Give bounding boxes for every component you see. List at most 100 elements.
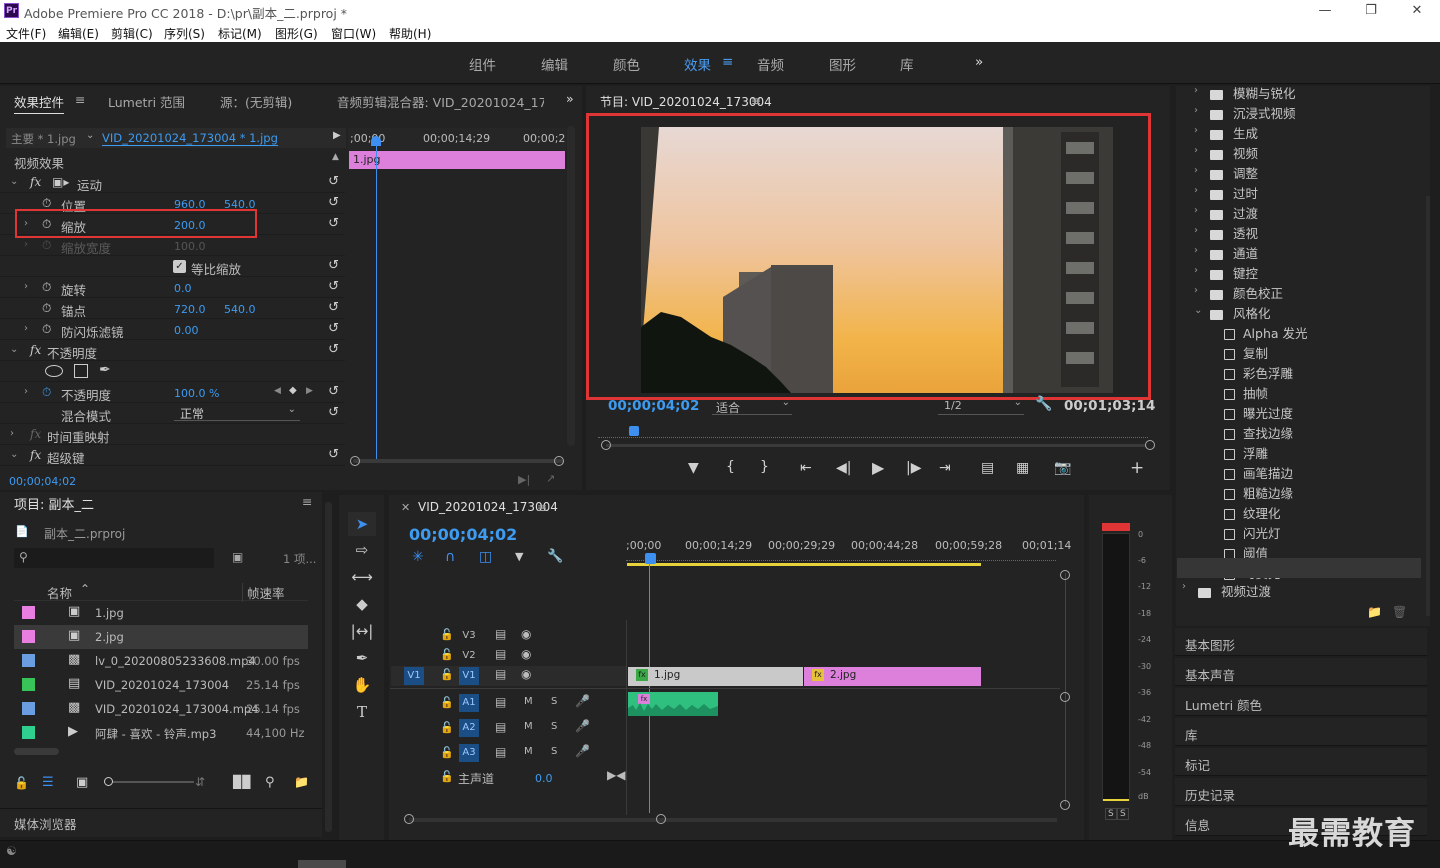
export-icon[interactable]: ↗ xyxy=(546,472,555,485)
chevron-down-icon[interactable]: ⌄ xyxy=(10,449,18,460)
sync-lock-icon[interactable]: ▤ xyxy=(495,627,506,641)
sequence-clip-label[interactable]: VID_20201024_173004 * 1.jpg xyxy=(102,131,278,146)
effect-item[interactable]: 纹理化 xyxy=(1224,503,1281,522)
sync-lock-icon[interactable]: ▤ xyxy=(495,745,506,759)
project-item-row[interactable]: ▩ VID_20201024_173004.mp4 25.14 fps xyxy=(14,697,308,721)
stopwatch-icon[interactable]: ⏱ xyxy=(42,280,51,295)
media-browser-tab[interactable]: 媒体浏览器 xyxy=(0,808,322,836)
effect-folder[interactable]: 调整 xyxy=(1210,163,1258,182)
fx-icon[interactable]: fx xyxy=(30,448,41,462)
workspace-assembly[interactable]: 组件 xyxy=(469,54,496,74)
chevron-right-icon[interactable]: › xyxy=(1194,265,1198,276)
solo-left-button[interactable]: S xyxy=(1105,808,1117,820)
menu-sequence[interactable]: 序列(S) xyxy=(164,25,205,42)
chevron-right-icon[interactable]: › xyxy=(1194,245,1198,256)
tab-lumetri-scopes[interactable]: Lumetri 范围 xyxy=(108,92,185,111)
timeline-clip-2[interactable]: fx 2.jpg xyxy=(804,667,981,686)
ellipse-mask-icon[interactable] xyxy=(45,365,63,377)
effect-folder[interactable]: 风格化 xyxy=(1210,303,1271,322)
microphone-icon[interactable]: 🎤 xyxy=(575,719,590,733)
libraries-panel[interactable]: 库 xyxy=(1175,718,1427,746)
resolution-dropdown[interactable]: 1/2 ⌄ xyxy=(938,397,1024,415)
anchor-x-value[interactable]: 720.0 xyxy=(174,303,206,316)
chevron-down-icon[interactable]: ⌄ xyxy=(10,344,18,355)
scroll-handle-mid[interactable] xyxy=(1060,692,1070,702)
program-playhead[interactable] xyxy=(629,426,639,436)
close-icon[interactable]: ✕ xyxy=(401,501,410,514)
label-color-chip[interactable] xyxy=(22,630,35,643)
mark-out-icon[interactable]: } xyxy=(760,459,769,475)
project-item-row[interactable]: ▣ 1.jpg xyxy=(14,601,308,625)
pen-tool-icon[interactable]: ✒ xyxy=(348,646,376,670)
reset-icon[interactable]: ↺ xyxy=(328,279,339,294)
zoom-handle-left[interactable] xyxy=(350,456,360,466)
panel-menu-icon[interactable]: ≡ xyxy=(302,494,312,509)
fx-icon[interactable]: fx xyxy=(30,175,41,189)
label-color-chip[interactable] xyxy=(22,606,35,619)
step-back-icon[interactable]: ◀| xyxy=(836,460,851,476)
effect-folder[interactable]: 颜色校正 xyxy=(1210,283,1283,302)
chevron-down-icon[interactable]: ⌄ xyxy=(10,176,18,187)
track-label[interactable]: A3 xyxy=(459,744,479,762)
timeline-playhead[interactable] xyxy=(645,553,656,564)
sort-up-icon[interactable]: ⌃ xyxy=(80,582,90,596)
project-vscrollbar[interactable] xyxy=(325,502,332,832)
chevron-right-icon[interactable]: › xyxy=(1194,125,1198,136)
more-workspaces-icon[interactable]: » xyxy=(975,54,983,70)
sync-lock-icon[interactable]: ▤ xyxy=(495,695,506,709)
solo-button[interactable]: S xyxy=(551,746,557,757)
effect-item[interactable]: 粗糙边缘 xyxy=(1224,483,1293,502)
add-keyframe-icon[interactable]: ◆ xyxy=(289,385,297,396)
solo-button[interactable]: S xyxy=(551,696,557,707)
add-marker-icon[interactable]: ▼ xyxy=(515,550,523,563)
label-color-chip[interactable] xyxy=(22,702,35,715)
effect-item[interactable]: 复制 xyxy=(1224,343,1268,362)
zoom-handle-right[interactable] xyxy=(554,456,564,466)
menu-marker[interactable]: 标记(M) xyxy=(218,25,262,42)
work-area-bar[interactable] xyxy=(627,563,981,566)
reset-icon[interactable]: ↺ xyxy=(328,405,339,420)
reset-icon[interactable]: ↺ xyxy=(328,321,339,336)
opacity-value[interactable]: 100.0 % xyxy=(174,387,219,400)
effect-folder[interactable]: 键控 xyxy=(1210,263,1258,282)
menu-help[interactable]: 帮助(H) xyxy=(389,25,431,42)
lock-icon[interactable]: 🔓 xyxy=(440,770,454,783)
chevron-down-icon[interactable]: ⌄ xyxy=(1194,305,1202,316)
find-icon[interactable]: ⚲ xyxy=(265,775,275,790)
button-editor-icon[interactable]: + xyxy=(1130,458,1144,478)
menu-clip[interactable]: 剪辑(C) xyxy=(111,25,153,42)
automate-to-sequence-icon[interactable]: ▉▉ xyxy=(233,775,251,789)
trash-icon[interactable]: 🗑 xyxy=(1392,605,1407,619)
lock-icon[interactable]: 🔓 xyxy=(440,628,454,641)
effects-scrollbar[interactable] xyxy=(1426,196,1430,616)
audio-clip[interactable]: fx xyxy=(628,692,718,716)
master-clip-label[interactable]: 主要 * 1.jpg xyxy=(11,131,76,147)
zoom-handle-left[interactable] xyxy=(404,814,414,824)
workspace-effects[interactable]: 效果 xyxy=(684,54,711,74)
chevron-right-icon[interactable]: › xyxy=(1194,145,1198,156)
effect-folder[interactable]: 过渡 xyxy=(1210,203,1258,222)
program-monitor-title[interactable]: 节目: VID_20201024_173004 xyxy=(600,93,772,110)
name-column-header[interactable]: 名称 xyxy=(47,583,72,602)
effect-folder[interactable]: 沉浸式视频 xyxy=(1210,103,1296,122)
project-title[interactable]: 项目: 副本_二 xyxy=(14,494,94,513)
project-item-row[interactable]: ▣ 2.jpg xyxy=(14,625,308,649)
scroll-handle-top[interactable] xyxy=(1060,570,1070,580)
chevron-right-icon[interactable]: › xyxy=(1194,285,1198,296)
new-bin-icon[interactable]: 📁 xyxy=(1367,605,1382,619)
tab-source[interactable]: 源：(无剪辑) xyxy=(220,92,292,111)
go-to-end-icon[interactable]: ▶◀ xyxy=(607,768,625,782)
chevron-right-icon[interactable]: › xyxy=(1194,85,1198,96)
workspace-editing[interactable]: 编辑 xyxy=(541,54,568,74)
essential-sound-panel[interactable]: 基本声音 xyxy=(1175,658,1427,686)
reset-icon[interactable]: ↺ xyxy=(328,195,339,210)
anchor-y-value[interactable]: 540.0 xyxy=(224,303,256,316)
chevron-right-icon[interactable]: › xyxy=(10,428,14,439)
project-search-input[interactable]: ⚲ xyxy=(14,548,214,568)
effect-item[interactable]: 抽帧 xyxy=(1224,383,1268,402)
track-label[interactable]: A2 xyxy=(459,719,479,737)
timeline-clip-1[interactable]: fx 1.jpg xyxy=(628,667,803,686)
chevron-right-icon[interactable]: › xyxy=(24,281,28,292)
menu-graphics[interactable]: 图形(G) xyxy=(275,25,318,42)
workspace-libraries[interactable]: 库 xyxy=(900,54,914,74)
